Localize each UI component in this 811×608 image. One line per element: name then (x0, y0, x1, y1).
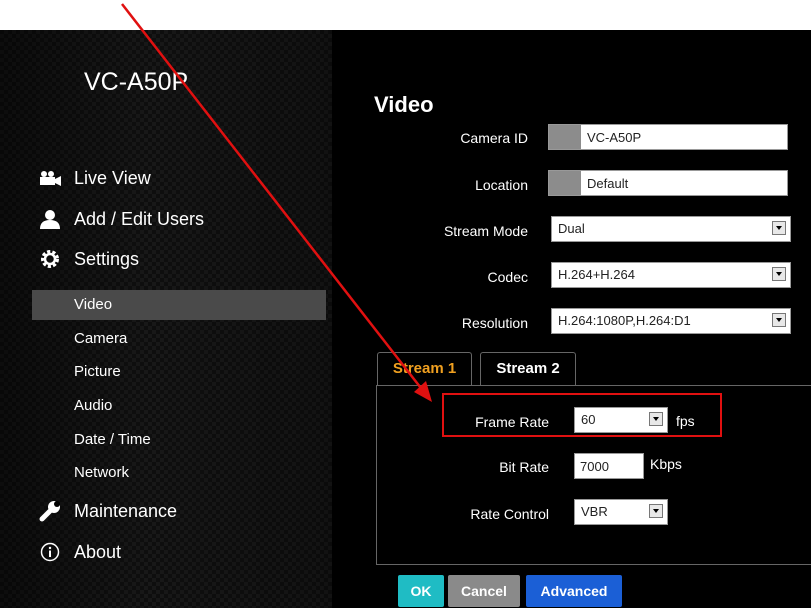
camera-id-value: VC-A50P (587, 129, 642, 145)
cancel-button[interactable]: Cancel (448, 575, 520, 607)
nav-label: Settings (74, 248, 140, 269)
nav-live-view[interactable]: Live View (36, 164, 151, 192)
stream-mode-select[interactable]: Dual (551, 216, 791, 242)
camera-icon (36, 167, 64, 189)
nav-settings[interactable]: Settings (36, 245, 139, 273)
sidebar-item-audio[interactable]: Audio (32, 391, 326, 421)
sidebar-item-video[interactable]: Video (32, 290, 326, 320)
ok-button[interactable]: OK (398, 575, 444, 607)
camera-id-label: Camera ID (460, 130, 528, 146)
rate-control-value: VBR (581, 504, 608, 519)
resolution-label: Resolution (461, 315, 528, 331)
resolution-select[interactable]: H.264:1080P,H.264:D1 (551, 308, 791, 334)
user-icon (36, 208, 64, 230)
chevron-down-icon (772, 267, 786, 281)
sidebar-item-date-time[interactable]: Date / Time (32, 425, 326, 455)
annotation-highlight-box (442, 393, 722, 437)
advanced-button[interactable]: Advanced (526, 575, 622, 607)
resolution-value: H.264:1080P,H.264:D1 (558, 313, 691, 328)
chevron-down-icon (649, 504, 663, 518)
nav-label: About (74, 541, 122, 562)
location-label: Location (475, 177, 528, 193)
nav-label: Maintenance (74, 500, 178, 521)
chevron-down-icon (772, 221, 786, 235)
tab-stream-1[interactable]: Stream 1 (377, 352, 472, 386)
gear-icon (36, 248, 64, 270)
sidebar-item-camera[interactable]: Camera (32, 324, 326, 354)
location-field[interactable]: Default (548, 170, 788, 196)
info-icon (36, 541, 64, 563)
nav-about[interactable]: About (36, 538, 121, 566)
document-top-strip (0, 0, 811, 30)
wrench-icon (36, 500, 64, 522)
page-title: Video (374, 92, 434, 117)
stream-mode-label: Stream Mode (443, 223, 528, 239)
bit-rate-unit: Kbps (650, 456, 682, 472)
nav-label: Live View (74, 167, 151, 188)
codec-select[interactable]: H.264+H.264 (551, 262, 791, 288)
rate-control-select[interactable]: VBR (574, 499, 668, 525)
sidebar-item-picture[interactable]: Picture (32, 357, 326, 387)
nav-label: Add / Edit Users (74, 208, 205, 229)
tab-stream-2[interactable]: Stream 2 (480, 352, 576, 386)
model-title: VC-A50P (84, 68, 189, 96)
codec-label: Codec (487, 269, 528, 285)
stream-mode-value: Dual (558, 221, 585, 236)
sidebar-item-network[interactable]: Network (32, 458, 326, 488)
field-prefix-icon (549, 125, 581, 149)
field-prefix-icon (549, 171, 581, 195)
nav-maintenance[interactable]: Maintenance (36, 497, 177, 525)
bit-rate-label: Bit Rate (499, 459, 549, 475)
nav-add-edit-users[interactable]: Add / Edit Users (36, 205, 204, 233)
bit-rate-value: 7000 (580, 458, 609, 474)
rate-control-label: Rate Control (470, 506, 549, 522)
camera-id-field[interactable]: VC-A50P (548, 124, 788, 150)
bit-rate-input[interactable]: 7000 (574, 453, 644, 479)
location-value: Default (587, 175, 629, 191)
codec-value: H.264+H.264 (558, 267, 635, 282)
chevron-down-icon (772, 313, 786, 327)
